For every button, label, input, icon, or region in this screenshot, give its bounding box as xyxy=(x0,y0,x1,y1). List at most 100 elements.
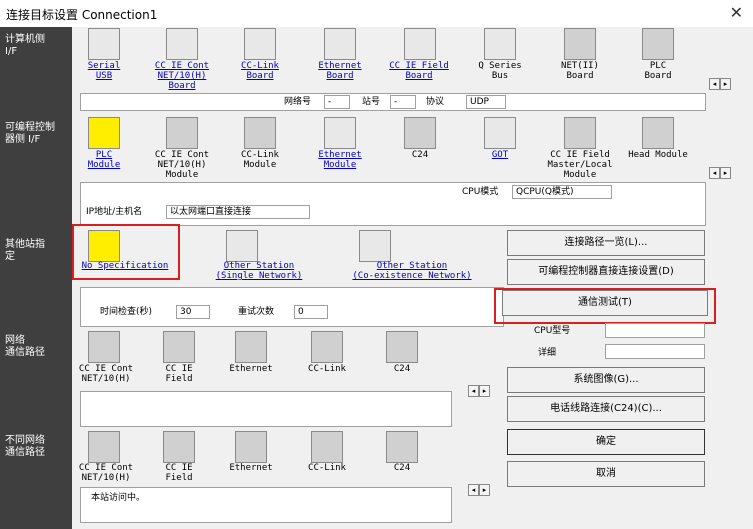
route-cc-ie-field-icon[interactable] xyxy=(163,331,195,363)
plc-if-cc-link-module[interactable]: CC-Link Module xyxy=(228,150,292,170)
sidebar-other-station-label: 其他站指 定 xyxy=(5,239,45,262)
scroll-right-icon[interactable]: ▸ xyxy=(720,78,731,90)
pc-if-net-ii-board[interactable]: NET(II) Board xyxy=(548,61,612,81)
protocol-field[interactable]: UDP xyxy=(466,95,506,109)
plc-if-ethernet-module[interactable]: Ethernet Module xyxy=(308,150,372,170)
head-module-icon[interactable] xyxy=(642,117,674,149)
other-station-single-icon[interactable] xyxy=(226,230,258,262)
station-no-label: 站号 xyxy=(362,97,381,107)
diff-c24[interactable]: C24 xyxy=(372,463,432,473)
other-station-coexistence-network[interactable]: Other Station (Co-existence Network) xyxy=(344,261,480,281)
diff-cc-ie-cont[interactable]: CC IE Cont NET/10(H) xyxy=(74,463,138,483)
route-list-button[interactable]: 连接路径一览(L)... xyxy=(507,230,705,256)
pc-if-serial-usb[interactable]: Serial USB xyxy=(72,61,136,81)
cc-ie-field-board-icon[interactable] xyxy=(404,28,436,60)
diff-cc-link[interactable]: CC-Link xyxy=(298,463,356,473)
pc-if-ethernet-board[interactable]: Ethernet Board xyxy=(308,61,372,81)
route-cc-ie-field[interactable]: CC IE Field xyxy=(152,364,206,384)
station-no-field[interactable]: - xyxy=(390,95,416,109)
route-scroll[interactable]: ◂ ▸ xyxy=(468,385,490,397)
network-no-label: 网络号 xyxy=(284,97,312,107)
scroll-right-icon[interactable]: ▸ xyxy=(479,385,490,397)
detail-field xyxy=(605,344,705,359)
route-cc-ie-cont[interactable]: CC IE Cont NET/10(H) xyxy=(74,364,138,384)
scroll-right-icon[interactable]: ▸ xyxy=(479,484,490,496)
scroll-left-icon[interactable]: ◂ xyxy=(468,484,479,496)
pc-if-scroll[interactable]: ◂ ▸ xyxy=(709,78,731,90)
sidebar-diff-network-label: 不同网络 通信路径 xyxy=(5,435,45,458)
diff-ethernet[interactable]: Ethernet xyxy=(222,463,280,473)
time-check-label: 时间检查(秒) xyxy=(100,307,153,317)
plc-if-scroll[interactable]: ◂ ▸ xyxy=(709,167,731,179)
pc-if-plc-board[interactable]: PLC Board xyxy=(626,61,690,81)
pc-if-q-series-bus[interactable]: Q Series Bus xyxy=(468,61,532,81)
scroll-left-icon[interactable]: ◂ xyxy=(468,385,479,397)
cc-link-board-icon[interactable] xyxy=(244,28,276,60)
retry-count-label: 重试次数 xyxy=(238,307,275,317)
net-ii-board-icon[interactable] xyxy=(564,28,596,60)
plc-if-head-module[interactable]: Head Module xyxy=(624,150,692,160)
route-detail-panel xyxy=(80,391,452,427)
diff-cc-ie-field-icon[interactable] xyxy=(163,431,195,463)
plc-if-c24[interactable]: C24 xyxy=(388,150,452,160)
title-bar: 连接目标设置 Connection1 ✕ xyxy=(0,0,753,27)
route-c24-icon[interactable] xyxy=(386,331,418,363)
retry-count-field[interactable]: 0 xyxy=(294,305,328,319)
plc-board-icon[interactable] xyxy=(642,28,674,60)
cancel-button[interactable]: 取消 xyxy=(507,461,705,487)
cpu-mode-label: CPU模式 xyxy=(462,187,499,197)
ok-button[interactable]: 确定 xyxy=(507,429,705,455)
diff-cc-ie-cont-icon[interactable] xyxy=(88,431,120,463)
scroll-left-icon[interactable]: ◂ xyxy=(709,167,720,179)
ip-address-label: IP地址/主机名 xyxy=(86,207,143,217)
route-ethernet[interactable]: Ethernet xyxy=(222,364,280,374)
close-icon[interactable]: ✕ xyxy=(730,3,743,22)
got-icon[interactable] xyxy=(484,117,516,149)
plc-if-cc-ie-cont-module[interactable]: CC IE Cont NET/10(H) Module xyxy=(146,150,218,180)
detail-label: 详细 xyxy=(538,348,557,358)
other-station-coexist-icon[interactable] xyxy=(359,230,391,262)
ethernet-module-icon[interactable] xyxy=(324,117,356,149)
diff-c24-icon[interactable] xyxy=(386,431,418,463)
diff-ethernet-icon[interactable] xyxy=(235,431,267,463)
sidebar: 计算机侧 I/F 可编程控制 器侧 I/F 其他站指 定 网络 通信路径 不同网… xyxy=(0,27,72,529)
highlight-comm-test xyxy=(494,288,716,324)
diff-cc-link-icon[interactable] xyxy=(311,431,343,463)
cc-ie-cont-board-icon[interactable] xyxy=(166,28,198,60)
diff-scroll[interactable]: ◂ ▸ xyxy=(468,484,490,496)
route-ethernet-icon[interactable] xyxy=(235,331,267,363)
pc-if-cc-ie-field-board[interactable]: CC IE Field Board xyxy=(382,61,456,81)
route-cc-link-icon[interactable] xyxy=(311,331,343,363)
plc-if-got[interactable]: GOT xyxy=(468,150,532,160)
cpu-type-label: CPU型号 xyxy=(534,326,571,336)
route-cc-ie-cont-icon[interactable] xyxy=(88,331,120,363)
diff-cc-ie-field[interactable]: CC IE Field xyxy=(152,463,206,483)
q-series-bus-icon[interactable] xyxy=(484,28,516,60)
system-image-button[interactable]: 系统图像(G)... xyxy=(507,367,705,393)
plc-module-icon[interactable] xyxy=(88,117,120,149)
scroll-left-icon[interactable]: ◂ xyxy=(709,78,720,90)
direct-connect-button[interactable]: 可编程控制器直接连接设置(D) xyxy=(507,259,705,285)
cpu-type-field xyxy=(605,323,705,338)
serial-usb-icon[interactable] xyxy=(88,28,120,60)
pc-if-cc-link-board[interactable]: CC-Link Board xyxy=(228,61,292,81)
cc-ie-field-module-icon[interactable] xyxy=(564,117,596,149)
scroll-right-icon[interactable]: ▸ xyxy=(720,167,731,179)
c24-module-icon[interactable] xyxy=(404,117,436,149)
pc-if-cc-ie-cont-board[interactable]: CC IE Cont NET/10(H) Board xyxy=(150,61,214,91)
protocol-label: 协议 xyxy=(426,97,445,107)
route-c24[interactable]: C24 xyxy=(372,364,432,374)
time-check-field[interactable]: 30 xyxy=(176,305,210,319)
cpu-mode-field[interactable]: QCPU(Q模式) xyxy=(512,185,612,199)
ip-address-field[interactable]: 以太网端口直接连接 xyxy=(166,205,310,219)
cc-link-module-icon[interactable] xyxy=(244,117,276,149)
cc-ie-cont-module-icon[interactable] xyxy=(166,117,198,149)
plc-if-plc-module[interactable]: PLC Module xyxy=(72,150,136,170)
other-station-single-network[interactable]: Other Station (Single Network) xyxy=(208,261,310,281)
plc-if-cc-ie-field-module[interactable]: CC IE Field Master/Local Module xyxy=(538,150,622,180)
network-no-field[interactable]: - xyxy=(324,95,350,109)
status-panel: 本站访问中。 xyxy=(80,487,452,523)
phone-line-button[interactable]: 电话线路连接(C24)(C)... xyxy=(507,396,705,422)
ethernet-board-icon[interactable] xyxy=(324,28,356,60)
route-cc-link[interactable]: CC-Link xyxy=(298,364,356,374)
